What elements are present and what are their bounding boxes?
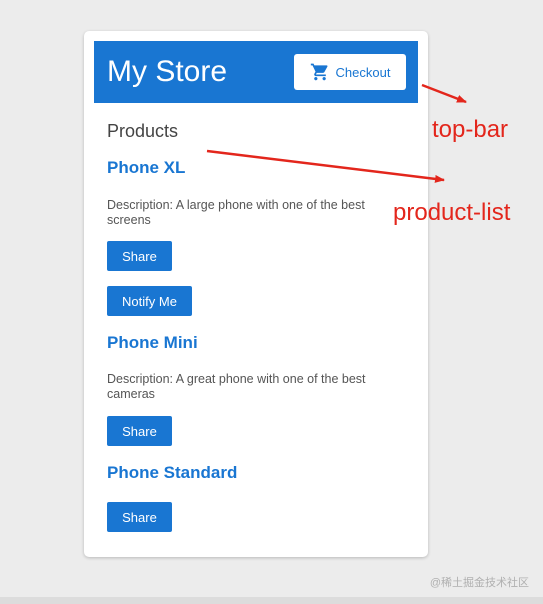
top-bar-arrow — [421, 83, 467, 104]
top-bar-annotation: top-bar — [432, 116, 509, 143]
watermark: @稀土掘金技术社区 — [429, 577, 529, 589]
product-list-arrow — [206, 149, 445, 183]
annotation-arrows — [206, 83, 467, 183]
product-list-annotation: product-list — [393, 199, 511, 226]
